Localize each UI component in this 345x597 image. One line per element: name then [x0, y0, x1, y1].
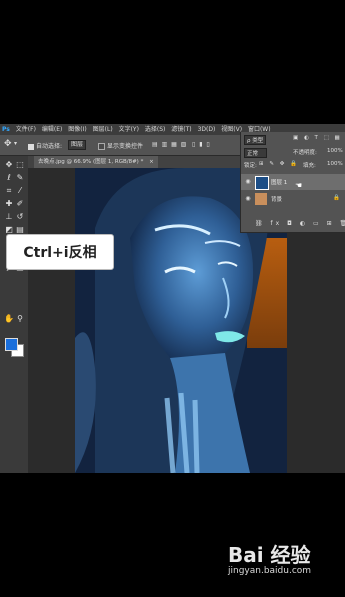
quick-select-tool-icon[interactable]: ✎ — [15, 173, 25, 183]
layer-name: 背景 — [271, 197, 283, 203]
baidu-jingyan-watermark: Bai 经验 jingyan.baidu.com — [228, 539, 343, 581]
photoshop-logo: Ps — [2, 126, 10, 133]
watermark-brand: Bai 经验 — [228, 543, 311, 567]
auto-select-option[interactable]: 自动选择: — [28, 141, 62, 150]
menu-image[interactable]: 图像(I) — [68, 124, 86, 135]
lasso-tool-icon[interactable]: ℓ — [4, 173, 14, 183]
opacity-label: 不透明度: — [293, 150, 317, 156]
filter-icons[interactable]: ▣ ◐ T ⬚ ▦ — [293, 135, 342, 141]
layers-footer-icons[interactable]: ⛓ fx ◘ ◐ ▭ ⊞ 🗑 — [241, 220, 345, 227]
auto-select-dropdown[interactable]: 图层 — [68, 140, 87, 150]
cursor-pointer-icon: ☚ — [295, 181, 303, 190]
watermark-url: jingyan.baidu.com — [228, 566, 312, 576]
adjustment-icon[interactable]: ◐ — [300, 220, 308, 227]
document-tab[interactable]: 去晚点.jpg @ 66.9% (图层 1, RGB/8#) * × — [34, 156, 158, 168]
history-brush-tool-icon[interactable]: ↺ — [15, 212, 25, 222]
show-transform-option[interactable]: 显示变换控件 — [98, 141, 143, 150]
foreground-color-swatch[interactable] — [5, 338, 18, 351]
healing-tool-icon[interactable]: ✚ — [4, 199, 14, 209]
tab-close-icon[interactable]: × — [149, 159, 154, 165]
marquee-tool-icon[interactable]: ⬚ — [15, 160, 25, 170]
menu-type[interactable]: 文字(Y) — [119, 124, 139, 135]
auto-select-value: 图层 — [68, 140, 87, 150]
link-icon[interactable]: ⛓ — [255, 220, 266, 227]
document-tab-title: 去晚点.jpg @ 66.9% (图层 1, RGB/8#) * — [38, 159, 144, 165]
tool-preset-chevron-icon[interactable]: ▾ — [14, 140, 17, 147]
opacity-value[interactable]: 100% — [327, 148, 343, 154]
menu-filter[interactable]: 滤镜(T) — [171, 124, 191, 135]
clone-stamp-tool-icon[interactable]: ⊥ — [4, 212, 14, 222]
mask-icon[interactable]: ◘ — [287, 220, 295, 227]
eye-icon[interactable]: ◉ — [244, 178, 252, 186]
shortcut-callout-text: Ctrl+i反相 — [23, 245, 97, 261]
menu-file[interactable]: 文件(F) — [16, 124, 36, 135]
hand-tool-icon[interactable]: ✋ — [4, 314, 14, 324]
auto-select-label: 自动选择: — [36, 143, 63, 150]
auto-select-checkbox[interactable] — [28, 143, 34, 150]
menu-view[interactable]: 视图(V) — [221, 124, 242, 135]
layer-row-layer1[interactable]: ◉ 图层 1 ☚ — [241, 174, 345, 190]
layer-thumbnail — [255, 193, 267, 205]
shortcut-callout: Ctrl+i反相 — [6, 234, 114, 270]
menu-layer[interactable]: 图层(L) — [93, 124, 113, 135]
photoshop-window: Ps 文件(F) 编辑(E) 图像(I) 图层(L) 文字(Y) 选择(S) 滤… — [0, 124, 345, 473]
fx-icon[interactable]: fx — [271, 220, 283, 227]
layer-kind-filter[interactable]: ρ 类型 — [244, 135, 267, 145]
menu-3d[interactable]: 3D(D) — [198, 124, 216, 135]
tools-panel: ✥ ⬚ ℓ ✎ ⌗ ⁄ ✚ ✐ ⊥ ↺ ◩ ▤ ◆ ◐ ✒ T ➤ ▭ ✋ ⚲ — [0, 156, 28, 473]
move-tool-icon[interactable]: ✥ — [4, 139, 12, 149]
align-icons[interactable]: ▤ ▥ ▦ ▧ — [152, 141, 187, 148]
eye-icon[interactable]: ◉ — [244, 195, 252, 203]
crop-tool-icon[interactable]: ⌗ — [4, 186, 14, 196]
fill-label: 填充: — [303, 163, 316, 169]
lock-label: 锁定: — [244, 163, 257, 169]
brush-tool-icon[interactable]: ✐ — [15, 199, 25, 209]
layer-row-background[interactable]: ◉ 背景 🔒 — [241, 191, 345, 207]
layer-thumbnail — [255, 176, 269, 190]
lock-icon: 🔒 — [333, 195, 340, 201]
menu-edit[interactable]: 编辑(E) — [42, 124, 62, 135]
blend-mode-dropdown[interactable]: 正常 — [244, 148, 268, 158]
show-transform-label: 显示变换控件 — [107, 143, 144, 150]
layers-panel: ρ 类型 ▣ ◐ T ⬚ ▦ 正常 不透明度: 100% 锁定: ⊞ ✎ ✥ 🔒… — [240, 132, 345, 233]
layer-name: 图层 1 — [271, 180, 288, 186]
eyedropper-tool-icon[interactable]: ⁄ — [15, 186, 25, 196]
move-tool-icon[interactable]: ✥ — [4, 160, 14, 170]
group-icon[interactable]: ▭ — [313, 220, 322, 227]
lock-icons[interactable]: ⊞ ✎ ✥ 🔒 — [259, 161, 299, 167]
menu-select[interactable]: 选择(S) — [145, 124, 166, 135]
fill-value[interactable]: 100% — [327, 161, 343, 167]
zoom-tool-icon[interactable]: ⚲ — [15, 314, 25, 324]
trash-icon[interactable]: 🗑 — [340, 220, 345, 227]
show-transform-checkbox[interactable] — [98, 143, 105, 150]
new-layer-icon[interactable]: ⊞ — [327, 220, 335, 227]
distribute-icons[interactable]: ▯ ▮ ▯ — [192, 141, 211, 148]
